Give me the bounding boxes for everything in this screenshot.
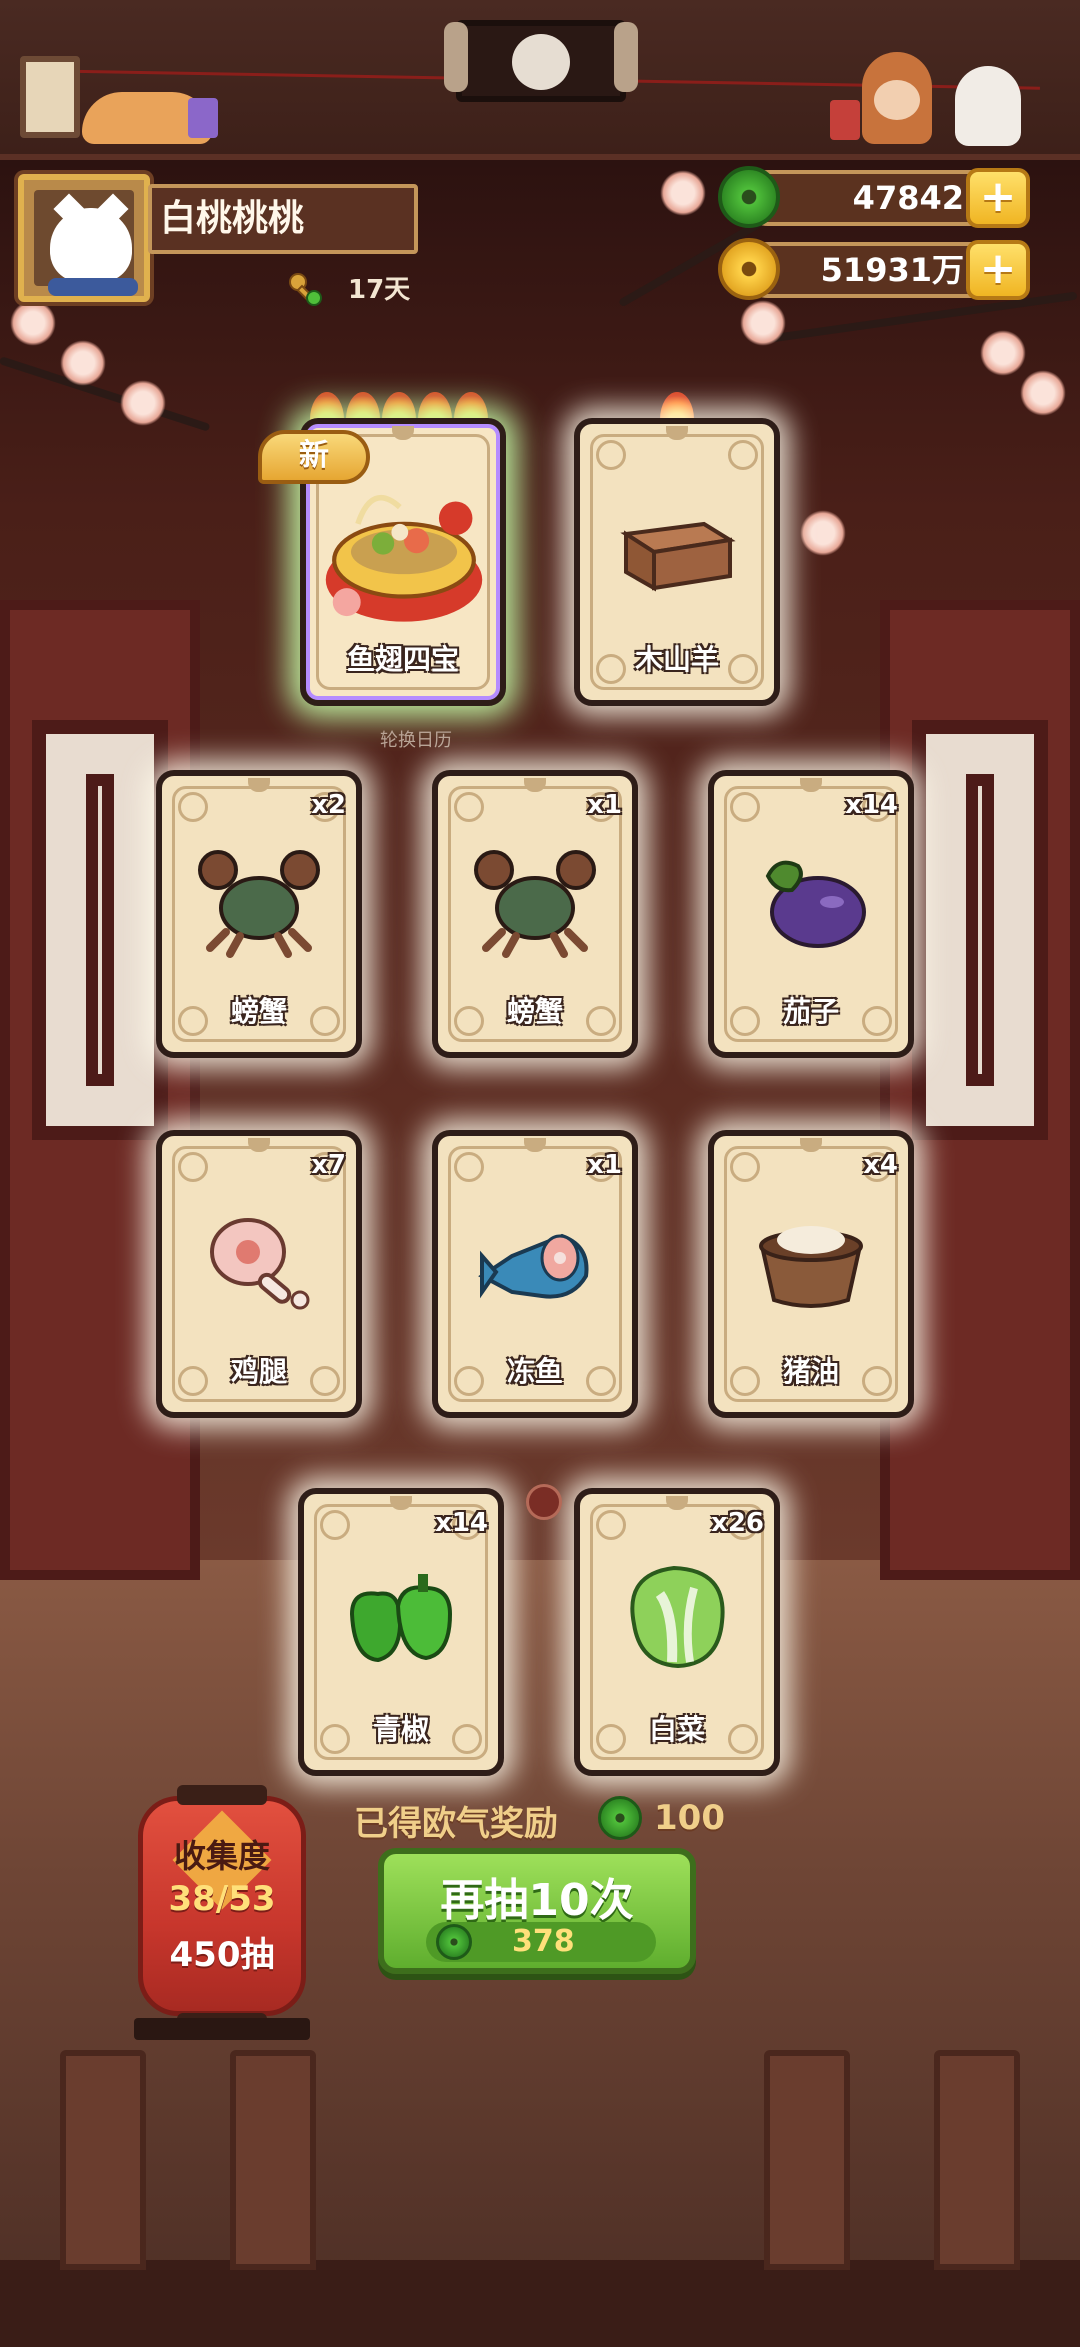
blossom — [660, 170, 706, 216]
blossom — [740, 300, 786, 346]
left-door — [0, 600, 200, 1580]
blossom — [60, 340, 106, 386]
card-crab[interactable]: x2 螃蟹 — [156, 770, 362, 1058]
draw-cost: 378 — [512, 1924, 575, 1959]
player-name[interactable]: 白桃桃桃 — [148, 184, 418, 254]
jar-icon — [830, 100, 860, 140]
card-label: 鸡腿 — [230, 1355, 287, 1388]
luck-reward-value: 100 — [654, 1798, 725, 1838]
jar-icon — [188, 98, 218, 138]
card-label: 白菜 — [648, 1713, 705, 1746]
rotation-calendar-link[interactable]: 轮换日历 — [380, 726, 452, 752]
card-frozen-fish[interactable]: x1 冻鱼 — [432, 1130, 638, 1418]
card-label: 木山羊 — [634, 643, 719, 676]
blossom — [10, 300, 56, 346]
right-door — [880, 600, 1080, 1580]
card-count: x2 — [311, 790, 346, 820]
collection-lantern[interactable]: 收集度 38/53 450抽 — [138, 1785, 306, 2033]
luck-reward-label: 已得欧气奖励 — [354, 1804, 558, 1844]
wood-block-icon — [620, 521, 736, 592]
eggplant-icon — [765, 860, 866, 948]
draw-button-label: 再抽10次 — [440, 1875, 634, 1926]
cabbage-icon — [630, 1565, 725, 1669]
railing-post — [60, 2050, 146, 2270]
jade-coin-icon — [598, 1796, 642, 1840]
card-label: 茄子 — [782, 995, 839, 1028]
crab-icon — [474, 850, 596, 958]
blossom — [980, 330, 1026, 376]
paw-frame — [20, 56, 80, 138]
gold-coin-icon — [718, 238, 780, 300]
card-cabbage[interactable]: x26 白菜 — [574, 1488, 780, 1776]
bottom-band — [0, 2260, 1080, 2347]
chef-character-decoration — [862, 52, 932, 144]
card-count: x1 — [587, 1150, 622, 1180]
jade-coin-icon — [436, 1924, 472, 1960]
login-days: 17天 — [348, 275, 411, 305]
cat-avatar-icon — [50, 208, 132, 282]
card-green-pepper[interactable]: x14 青椒 — [298, 1488, 504, 1776]
add-jade-button[interactable]: + — [966, 168, 1030, 228]
card-label: 青椒 — [372, 1713, 429, 1746]
grandpa-portrait-scroll[interactable] — [444, 20, 638, 102]
card-label: 鱼翅四宝 — [346, 643, 459, 676]
white-cat-decoration — [955, 66, 1021, 146]
lard-bowl-icon — [759, 1226, 863, 1308]
card-crab[interactable]: x1 螃蟹 — [432, 770, 638, 1058]
draw-10-button[interactable]: 再抽10次 378 — [378, 1848, 696, 1974]
new-badge: 新 — [258, 430, 370, 484]
key-icon — [289, 273, 322, 306]
lantern-stand — [134, 2018, 310, 2040]
blossom — [1020, 370, 1066, 416]
card-count: x14 — [435, 1508, 488, 1538]
jade-coin-icon — [718, 166, 780, 228]
card-count: x14 — [845, 790, 898, 820]
card-label: 螃蟹 — [230, 995, 287, 1028]
featured-card-wood-goat[interactable]: 木山羊 — [574, 418, 780, 706]
green-pepper-icon — [349, 1574, 453, 1663]
card-label: 猪油 — [782, 1355, 839, 1388]
total-draws: 450抽 — [169, 1935, 275, 1975]
crab-icon — [198, 850, 320, 958]
collection-label: 收集度 — [173, 1837, 270, 1875]
card-label: 螃蟹 — [506, 995, 563, 1028]
frozen-fish-icon — [478, 1233, 589, 1299]
chicken-leg-icon — [210, 1218, 310, 1310]
player-avatar[interactable] — [18, 174, 150, 302]
card-lard[interactable]: x4 猪油 — [708, 1130, 914, 1418]
railing-post — [230, 2050, 316, 2270]
blossom — [800, 510, 846, 556]
card-count: x1 — [587, 790, 622, 820]
card-count: x26 — [711, 1508, 764, 1538]
collection-progress: 38/53 — [168, 1879, 276, 1919]
card-label: 冻鱼 — [506, 1355, 563, 1388]
card-chicken-leg[interactable]: x7 鸡腿 — [156, 1130, 362, 1418]
hotpot-dish-icon — [325, 495, 483, 622]
card-eggplant[interactable]: x14 茄子 — [708, 770, 914, 1058]
card-count: x4 — [863, 1150, 898, 1180]
card-count: x7 — [311, 1150, 346, 1180]
add-gold-button[interactable]: + — [966, 240, 1030, 300]
railing-post — [934, 2050, 1020, 2270]
railing-post — [764, 2050, 850, 2270]
blossom — [120, 380, 166, 426]
add-circle-icon — [526, 1484, 562, 1520]
